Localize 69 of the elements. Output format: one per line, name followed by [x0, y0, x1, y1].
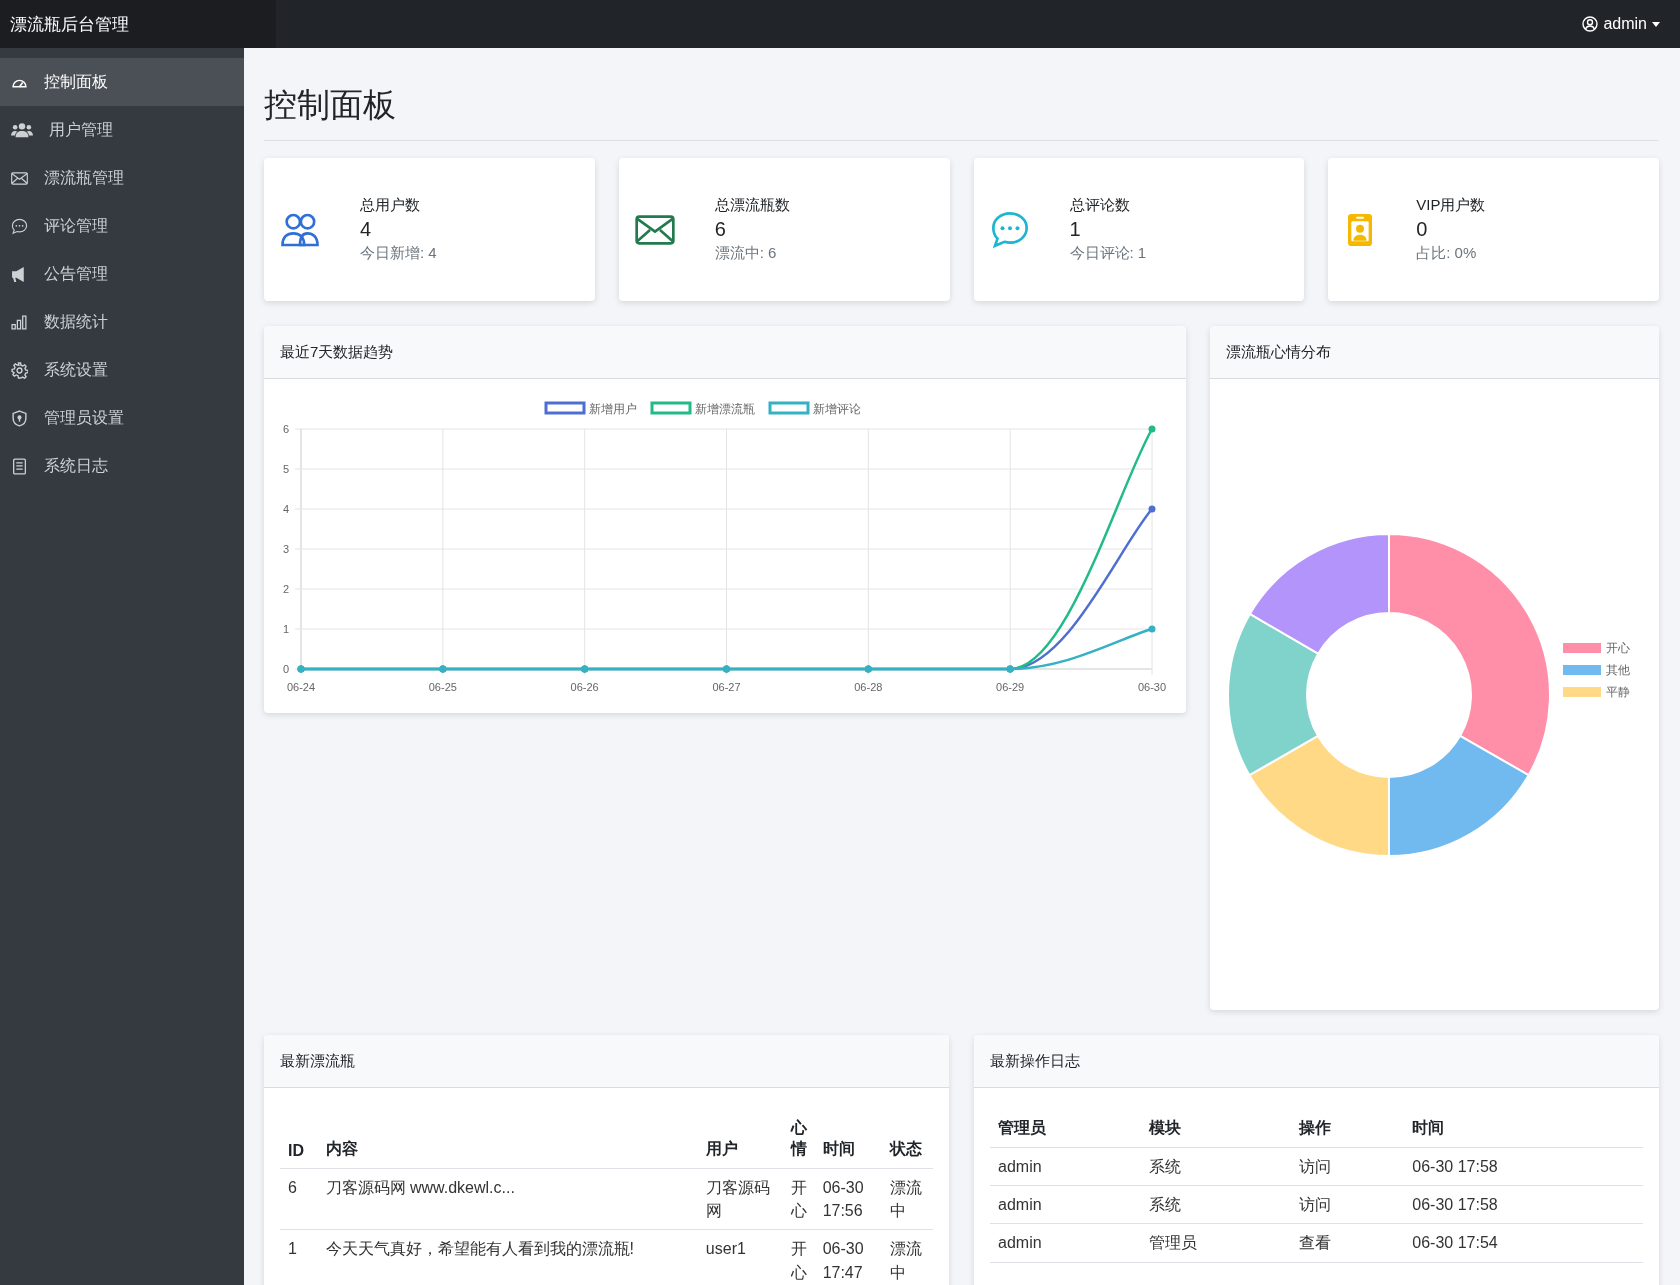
table-cell: 访问: [1291, 1147, 1405, 1186]
table-cell: 管理员: [1140, 1223, 1292, 1263]
stat-label: 总用户数: [360, 196, 421, 215]
stat-subtext: 今日新增: 4: [360, 244, 437, 263]
app-title: 漂流瓶后台管理: [0, 0, 276, 48]
legend-label: 新增评论: [813, 402, 861, 416]
column-header: 时间: [814, 1110, 882, 1169]
table-cell: 访问: [1291, 1185, 1405, 1224]
table-cell: 刀客源码网 www.dkewl.c...: [317, 1168, 698, 1230]
table-cell: 1: [280, 1229, 318, 1285]
stat-label: 总评论数: [1069, 196, 1131, 215]
column-header: 用户: [697, 1110, 783, 1169]
axis-label: 4: [282, 503, 289, 515]
table-cell: 系统: [1140, 1185, 1292, 1224]
card-title: 最新漂流瓶: [264, 1035, 949, 1088]
column-header: 模块: [1140, 1110, 1292, 1148]
axis-label: 06-30: [1137, 681, 1167, 693]
axis-label: 06-26: [570, 681, 599, 693]
axis-label: 06-25: [428, 681, 457, 693]
stat-label: 总漂流瓶数: [714, 196, 790, 215]
table-cell: 查看: [1291, 1223, 1405, 1263]
axis-label: 6: [282, 423, 289, 435]
axis-label: 1: [282, 623, 289, 635]
table-cell: admin: [990, 1147, 1141, 1186]
table-cell: 漂流中: [881, 1229, 933, 1285]
table-cell: admin: [990, 1223, 1141, 1263]
column-header: 管理员: [990, 1110, 1141, 1148]
legend-label: 新增漂流瓶: [695, 402, 755, 416]
card-title: 最近7天数据趋势: [264, 326, 1186, 379]
axis-label: 06-24: [286, 681, 316, 693]
table-cell: 今天天气真好，希望能有人看到我的漂流瓶!: [317, 1229, 698, 1285]
table-cell: 06-30 17:56: [814, 1168, 882, 1230]
stat-subtext: 占比: 0%: [1416, 244, 1478, 263]
column-header: 心情: [782, 1110, 815, 1169]
stat-label: VIP用户数: [1416, 196, 1486, 215]
page-title: 控制面板: [264, 68, 1659, 141]
column-header: 时间: [1404, 1110, 1643, 1148]
axis-label: 5: [282, 463, 289, 475]
axis-label: 06-28: [854, 681, 883, 693]
stat-value: 4: [360, 218, 373, 241]
table-cell: 开心: [782, 1168, 815, 1230]
axis-label: 06-27: [712, 681, 741, 693]
axis-label: 2: [282, 583, 289, 595]
table-cell: admin: [990, 1185, 1141, 1224]
stat-value: 0: [1416, 218, 1429, 241]
table-cell: 开心: [782, 1229, 815, 1285]
stat-value: 1: [1069, 218, 1082, 241]
table-cell: 刀客源码网: [697, 1168, 783, 1230]
axis-label: 3: [282, 543, 289, 555]
column-header: 内容: [317, 1110, 698, 1169]
table-cell: user1: [697, 1229, 783, 1285]
table-cell: 漂流中: [881, 1168, 933, 1230]
stat-subtext: 今日评论: 1: [1069, 244, 1147, 263]
table-cell: 06-30 17:47: [814, 1229, 882, 1285]
axis-label: 06-29: [996, 681, 1025, 693]
card-title: 最新操作日志: [974, 1035, 1659, 1088]
column-header: ID: [280, 1110, 318, 1169]
table-cell: 06-30 17:58: [1404, 1185, 1643, 1224]
column-header: 操作: [1291, 1110, 1405, 1148]
stat-subtext: 漂流中: 6: [714, 244, 778, 263]
table-cell: 06-30 17:54: [1404, 1223, 1643, 1263]
card-title: 漂流瓶心情分布: [1210, 326, 1659, 379]
table-cell: 6: [280, 1168, 318, 1230]
table-cell: 系统: [1140, 1147, 1292, 1186]
legend-label: 新增用户: [589, 402, 637, 416]
column-header: 状态: [881, 1110, 933, 1169]
axis-label: 0: [282, 663, 289, 675]
table-cell: 06-30 17:58: [1404, 1147, 1643, 1186]
stat-value: 6: [714, 218, 727, 241]
